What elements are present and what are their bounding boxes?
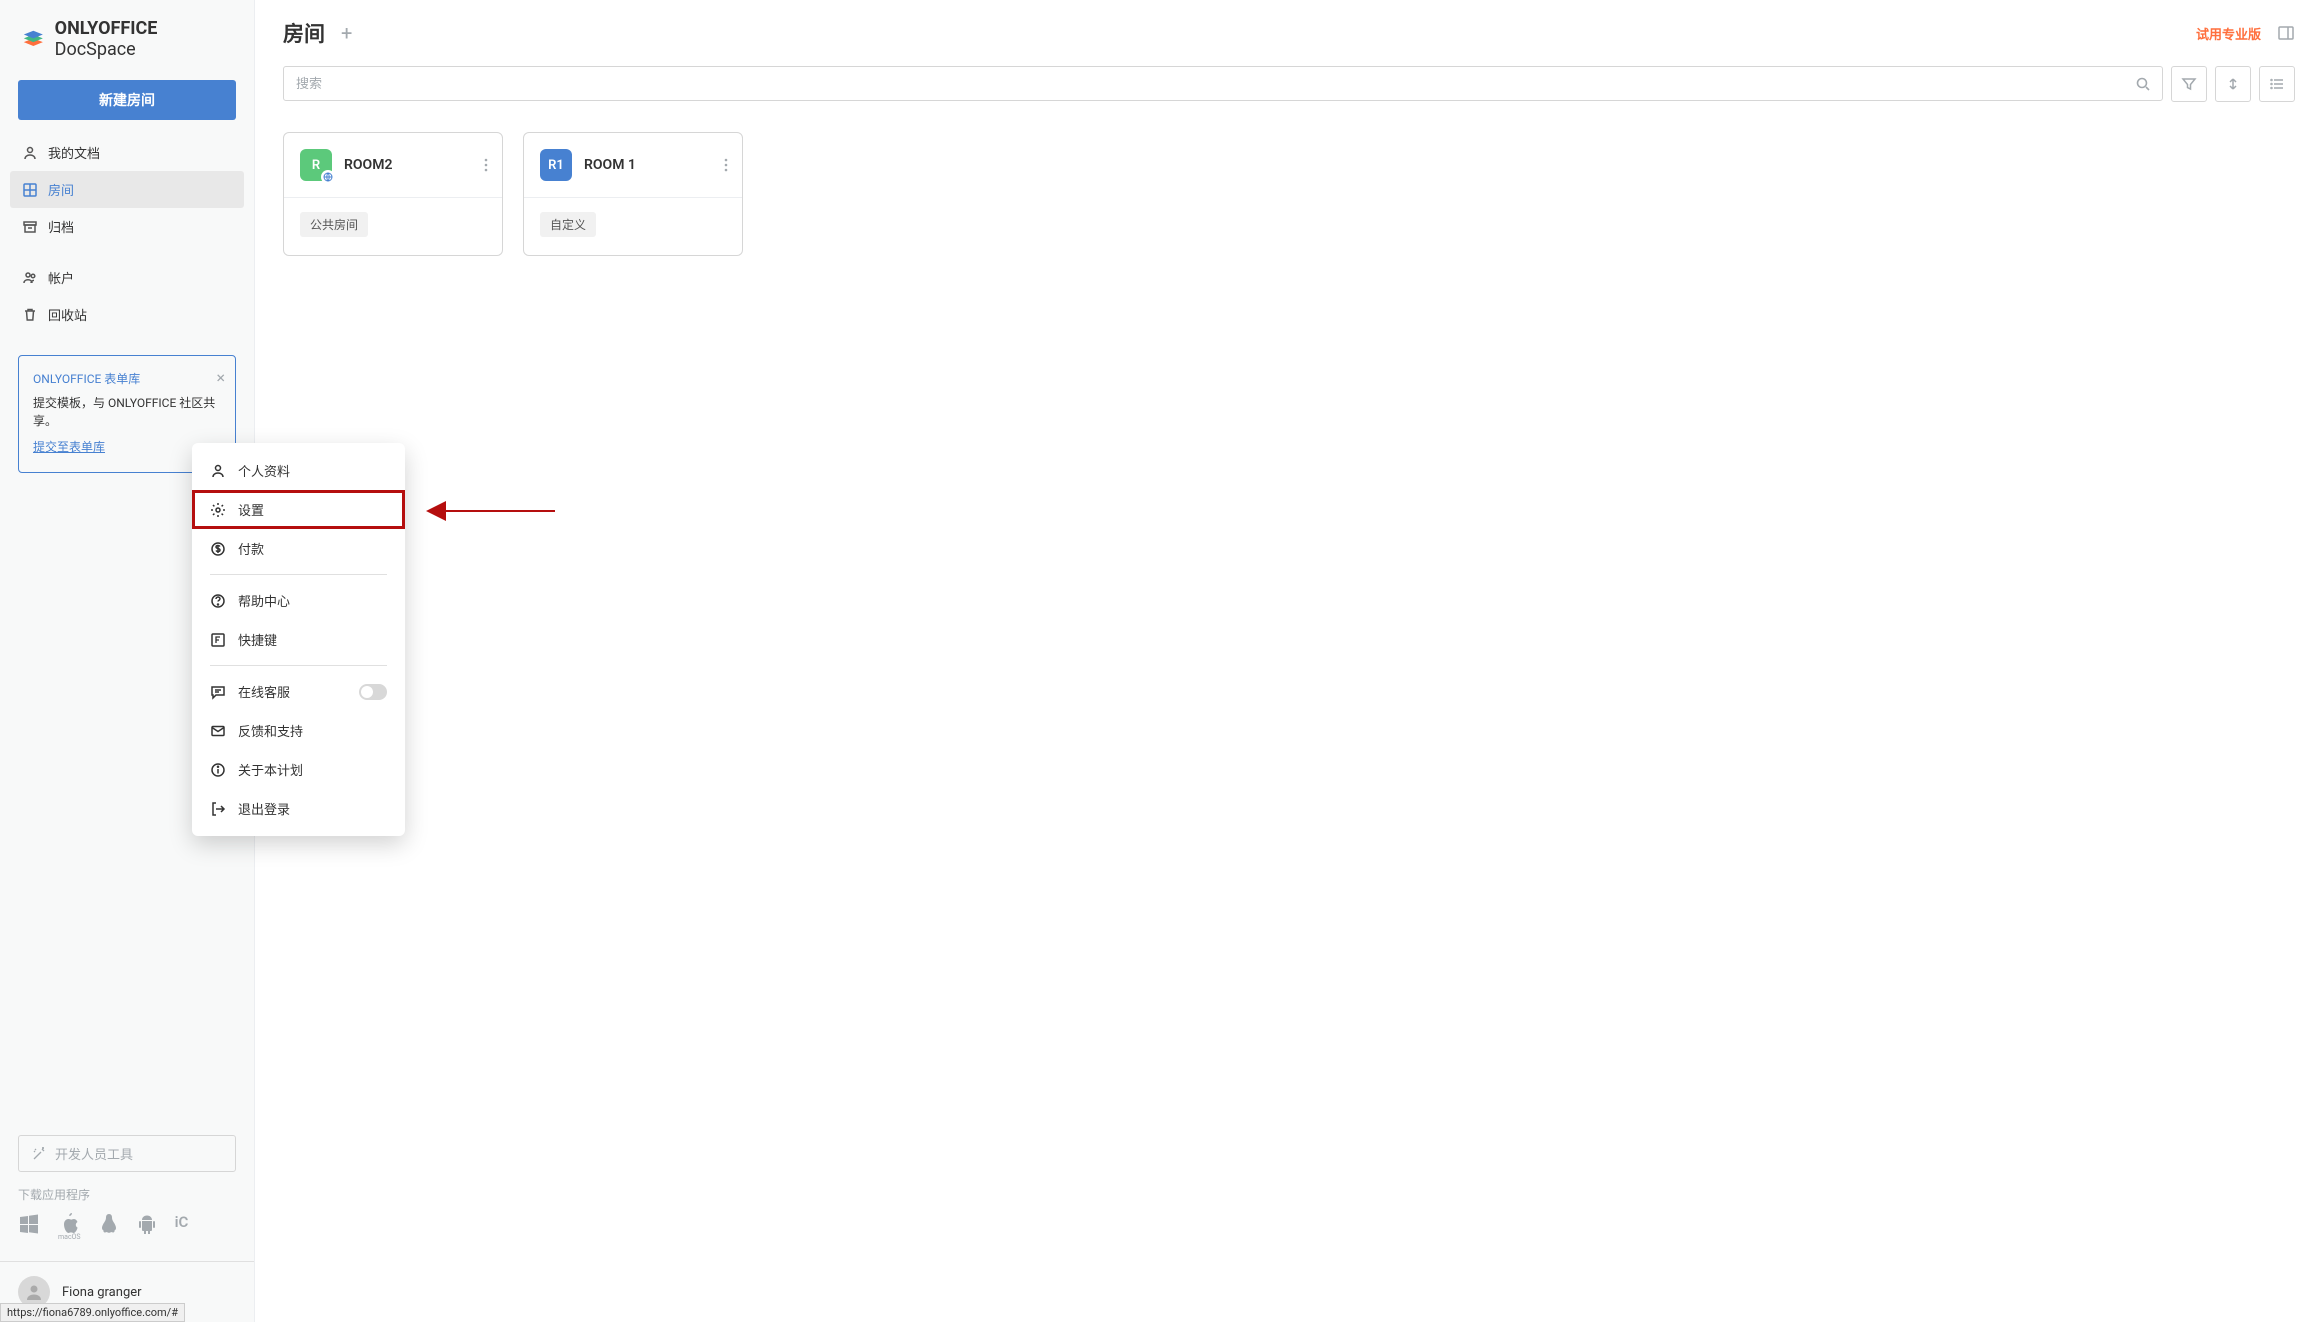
user-icon [210, 463, 226, 479]
sidebar-bottom: 开发人员工具 下载应用程序 macOS iC [0, 1123, 254, 1261]
menu-settings[interactable]: 设置 [192, 490, 405, 529]
room-badge: R1 [540, 149, 572, 181]
add-room-icon[interactable]: + [341, 21, 352, 45]
nav-label: 回收站 [48, 305, 87, 324]
nav-trash[interactable]: 回收站 [10, 296, 244, 333]
nav-label: 归档 [48, 217, 74, 236]
mail-icon [210, 723, 226, 739]
trial-link[interactable]: 试用专业版 [2196, 24, 2261, 43]
menu-about[interactable]: 关于本计划 [192, 750, 405, 789]
menu-live-chat[interactable]: 在线客服 [192, 672, 405, 711]
f-key-icon [210, 632, 226, 648]
linux-icon[interactable] [99, 1213, 119, 1241]
nav: 我的文档 房间 归档 帐户 回收站 [0, 134, 254, 333]
platform-icons: macOS iC [18, 1213, 236, 1253]
menu-label: 帮助中心 [238, 591, 290, 610]
new-room-button[interactable]: 新建房间 [18, 80, 236, 120]
user-name: Fiona granger [62, 1285, 142, 1300]
windows-icon[interactable] [18, 1213, 40, 1241]
trash-icon [22, 307, 38, 323]
header: 房间 + 试用专业版 [283, 18, 2295, 48]
nav-label: 帐户 [48, 268, 74, 287]
close-icon[interactable]: × [216, 366, 225, 390]
android-icon[interactable] [137, 1213, 157, 1241]
room-name: ROOM2 [344, 157, 392, 173]
logo[interactable]: ONLYOFFICE DocSpace [0, 0, 254, 72]
gear-icon [210, 502, 226, 518]
menu-label: 反馈和支持 [238, 721, 303, 740]
divider [210, 665, 387, 666]
info-icon [210, 762, 226, 778]
more-icon[interactable] [484, 157, 488, 173]
menu-feedback[interactable]: 反馈和支持 [192, 711, 405, 750]
menu-label: 快捷键 [238, 630, 277, 649]
search-input[interactable] [283, 66, 2163, 101]
search-icon[interactable] [2135, 76, 2151, 92]
sort-button[interactable] [2215, 66, 2251, 102]
globe-icon [321, 170, 335, 184]
room-badge: R [300, 149, 332, 181]
promo-title: ONLYOFFICE 表单库 [33, 370, 221, 388]
nav-label: 房间 [48, 180, 74, 199]
nav-rooms[interactable]: 房间 [10, 171, 244, 208]
promo-body: 提交模板，与 ONLYOFFICE 社区共享。 [33, 394, 221, 430]
menu-label: 在线客服 [238, 682, 290, 701]
room-tag: 自定义 [540, 212, 596, 237]
nav-my-documents[interactable]: 我的文档 [10, 134, 244, 171]
menu-label: 关于本计划 [238, 760, 303, 779]
room-card[interactable]: R ROOM2 公共房间 [283, 132, 503, 256]
user-menu-popup: 个人资料 设置 付款 帮助中心 快捷键 在线客服 反馈和支持 关于本计划 退出登… [192, 443, 405, 836]
room-tag: 公共房间 [300, 212, 368, 237]
menu-help[interactable]: 帮助中心 [192, 581, 405, 620]
apple-icon[interactable]: macOS [58, 1213, 81, 1241]
view-button[interactable] [2259, 66, 2295, 102]
divider [210, 574, 387, 575]
main-content: 房间 + 试用专业版 [255, 0, 2323, 1322]
menu-logout[interactable]: 退出登录 [192, 789, 405, 828]
filter-button[interactable] [2171, 66, 2207, 102]
logo-text: ONLYOFFICE DocSpace [55, 18, 234, 60]
menu-shortcuts[interactable]: 快捷键 [192, 620, 405, 659]
menu-label: 付款 [238, 539, 264, 558]
dollar-icon [210, 541, 226, 557]
search-row [283, 66, 2295, 102]
nav-archive[interactable]: 归档 [10, 208, 244, 245]
logout-icon [210, 801, 226, 817]
room-card[interactable]: R1 ROOM 1 自定义 [523, 132, 743, 256]
page-title: 房间 [283, 18, 325, 48]
user-icon [22, 145, 38, 161]
logo-icon [20, 25, 47, 53]
rooms-grid: R ROOM2 公共房间 R1 ROOM 1 [283, 132, 2295, 256]
menu-profile[interactable]: 个人资料 [192, 451, 405, 490]
archive-icon [22, 219, 38, 235]
chat-icon [210, 684, 226, 700]
menu-label: 退出登录 [238, 799, 290, 818]
menu-payment[interactable]: 付款 [192, 529, 405, 568]
chat-toggle[interactable] [359, 684, 387, 700]
help-icon [210, 593, 226, 609]
more-icon[interactable] [724, 157, 728, 173]
status-bar: https://fiona6789.onlyoffice.com/# [0, 1303, 185, 1322]
download-apps-label: 下载应用程序 [18, 1186, 236, 1203]
people-icon [22, 270, 38, 286]
wand-icon [31, 1146, 47, 1162]
menu-label: 个人资料 [238, 461, 290, 480]
grid-icon [22, 182, 38, 198]
room-name: ROOM 1 [584, 157, 636, 173]
menu-label: 设置 [238, 500, 264, 519]
promo-link[interactable]: 提交至表单库 [33, 438, 105, 456]
nav-label: 我的文档 [48, 143, 100, 162]
ios-icon[interactable]: iC [175, 1213, 189, 1241]
panel-icon[interactable] [2277, 24, 2295, 42]
dev-tools-label: 开发人员工具 [55, 1144, 133, 1163]
dev-tools-button[interactable]: 开发人员工具 [18, 1135, 236, 1172]
nav-accounts[interactable]: 帐户 [10, 259, 244, 296]
